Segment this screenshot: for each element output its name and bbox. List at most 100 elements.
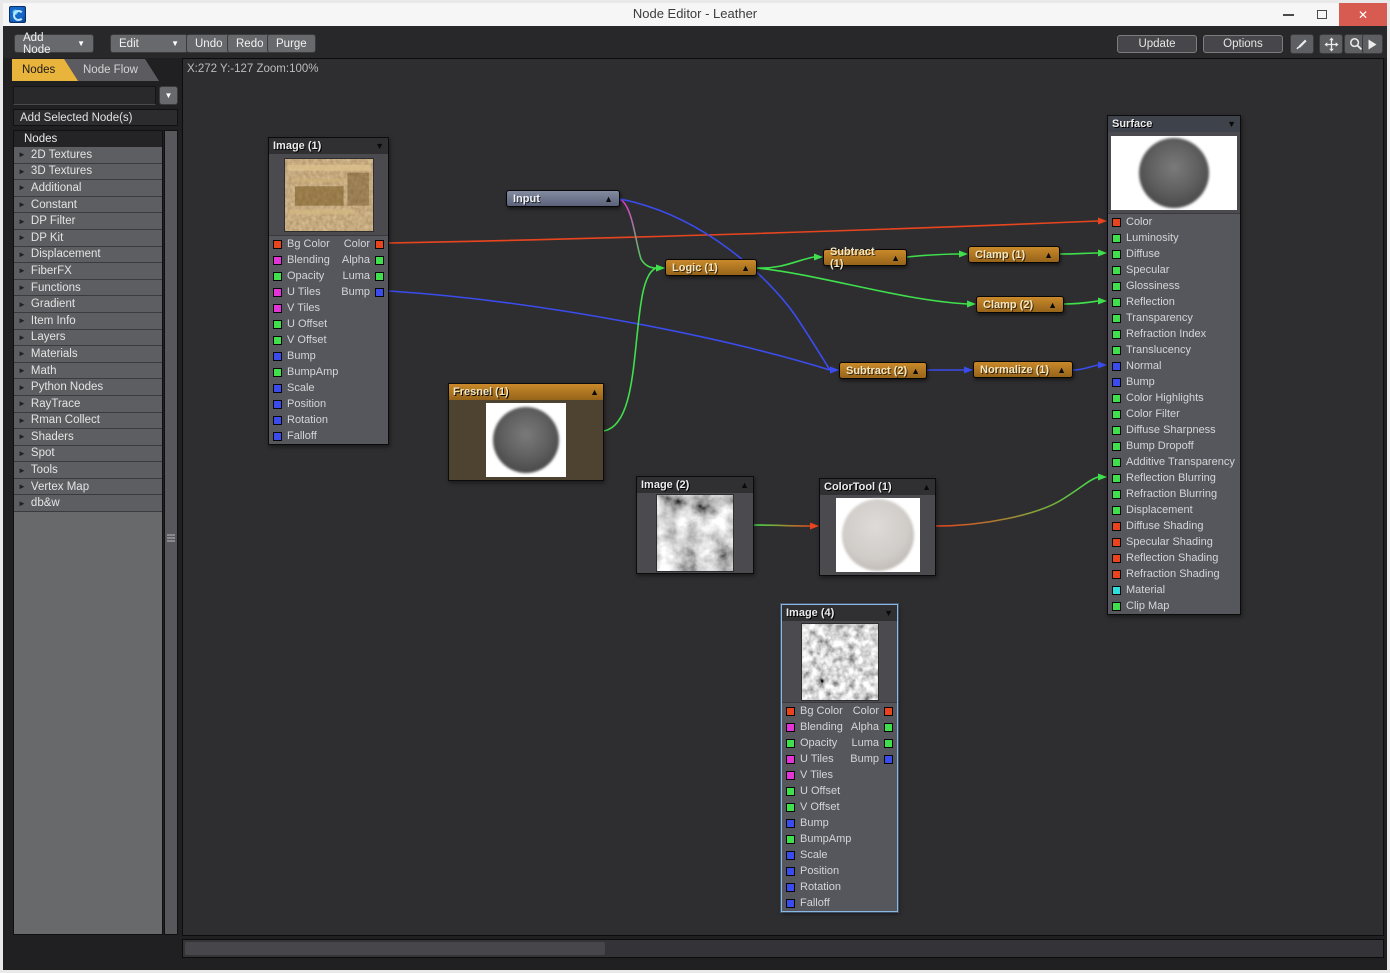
input-port-position[interactable] bbox=[786, 867, 795, 876]
input-port-rotation[interactable] bbox=[273, 416, 282, 425]
input-port-blending[interactable] bbox=[786, 723, 795, 732]
tab-node-flow[interactable]: Node Flow bbox=[63, 59, 159, 81]
input-port-bumpamp[interactable] bbox=[786, 835, 795, 844]
minimize-button[interactable] bbox=[1271, 3, 1305, 26]
input-port-refraction-blurring[interactable] bbox=[1112, 490, 1121, 499]
node-header[interactable]: Image (4)▼ bbox=[782, 605, 897, 621]
input-port-color[interactable] bbox=[1112, 218, 1121, 227]
collapse-arrow-icon[interactable]: ▲ bbox=[604, 194, 613, 204]
connection-fresnel-1-to-logic-1[interactable] bbox=[604, 268, 656, 431]
connection-clamp-2-to-surface-reflection[interactable] bbox=[1064, 301, 1098, 304]
input-port-refraction-shading[interactable] bbox=[1112, 570, 1121, 579]
undo-button[interactable]: Undo bbox=[186, 34, 232, 53]
input-port-blending[interactable] bbox=[273, 256, 282, 265]
collapse-arrow-icon[interactable]: ▲ bbox=[891, 253, 900, 263]
input-port-specular[interactable] bbox=[1112, 266, 1121, 275]
category-3d-textures[interactable]: ►3D Textures bbox=[14, 164, 162, 181]
input-port-color-filter[interactable] bbox=[1112, 410, 1121, 419]
edit-dropdown[interactable]: Edit▼ bbox=[110, 34, 188, 53]
input-port-material[interactable] bbox=[1112, 586, 1121, 595]
collapse-arrow-icon[interactable]: ▼ bbox=[1227, 119, 1236, 129]
input-port-glossiness[interactable] bbox=[1112, 282, 1121, 291]
input-port-position[interactable] bbox=[273, 400, 282, 409]
category-shaders[interactable]: ►Shaders bbox=[14, 429, 162, 446]
input-port-bump[interactable] bbox=[273, 352, 282, 361]
output-port-color[interactable] bbox=[375, 240, 384, 249]
output-port-alpha[interactable] bbox=[375, 256, 384, 265]
pan-tool-button[interactable] bbox=[1319, 34, 1343, 54]
collapse-arrow-icon[interactable]: ▲ bbox=[741, 263, 750, 273]
redo-button[interactable]: Redo bbox=[227, 34, 273, 53]
input-port-refraction-index[interactable] bbox=[1112, 330, 1121, 339]
category-python-nodes[interactable]: ►Python Nodes bbox=[14, 379, 162, 396]
node-image-1[interactable]: Image (1)▼ Bg ColorColorBlendingAlphaOpa… bbox=[268, 137, 389, 445]
category-dp-kit[interactable]: ►DP Kit bbox=[14, 230, 162, 247]
add-selected-nodes-button[interactable]: Add Selected Node(s) bbox=[13, 109, 178, 126]
title-bar[interactable]: Node Editor - Leather ✕ bbox=[3, 3, 1387, 26]
input-port-diffuse[interactable] bbox=[1112, 250, 1121, 259]
input-port-bumpamp[interactable] bbox=[273, 368, 282, 377]
connection-colortool-1-to-surface-reflection-blurring[interactable] bbox=[936, 477, 1098, 526]
close-button[interactable]: ✕ bbox=[1339, 3, 1387, 26]
node-header[interactable]: Fresnel (1)▲ bbox=[449, 384, 603, 400]
input-port-falloff[interactable] bbox=[273, 432, 282, 441]
input-port-scale[interactable] bbox=[273, 384, 282, 393]
input-port-reflection-blurring[interactable] bbox=[1112, 474, 1121, 483]
node-fresnel-1[interactable]: Fresnel (1)▲ bbox=[448, 383, 604, 481]
input-port-reflection[interactable] bbox=[1112, 298, 1121, 307]
collapse-arrow-icon[interactable]: ▼ bbox=[884, 608, 893, 618]
input-port-additive-transparency[interactable] bbox=[1112, 458, 1121, 467]
search-dropdown-button[interactable]: ▼ bbox=[159, 86, 178, 105]
category-functions[interactable]: ►Functions bbox=[14, 280, 162, 297]
input-port-u-offset[interactable] bbox=[273, 320, 282, 329]
node-header[interactable]: Image (1)▼ bbox=[269, 138, 388, 154]
category-gradient[interactable]: ►Gradient bbox=[14, 296, 162, 313]
input-port-rotation[interactable] bbox=[786, 883, 795, 892]
input-port-diffuse-shading[interactable] bbox=[1112, 522, 1121, 531]
input-port-color-highlights[interactable] bbox=[1112, 394, 1121, 403]
output-port-luma[interactable] bbox=[884, 739, 893, 748]
category-rman-collect[interactable]: ►Rman Collect bbox=[14, 413, 162, 430]
output-port-luma[interactable] bbox=[375, 272, 384, 281]
category-math[interactable]: ►Math bbox=[14, 363, 162, 380]
input-port-transparency[interactable] bbox=[1112, 314, 1121, 323]
category-vertex-map[interactable]: ►Vertex Map bbox=[14, 479, 162, 496]
collapse-arrow-icon[interactable]: ▲ bbox=[1048, 300, 1057, 310]
category-spot[interactable]: ►Spot bbox=[14, 446, 162, 463]
sidebar-scrollbar[interactable] bbox=[164, 130, 178, 935]
collapse-arrow-icon[interactable]: ▲ bbox=[911, 366, 920, 376]
collapse-arrow-icon[interactable]: ▲ bbox=[1044, 250, 1053, 260]
options-button[interactable]: Options bbox=[1203, 35, 1283, 53]
category-item-info[interactable]: ►Item Info bbox=[14, 313, 162, 330]
output-port-color[interactable] bbox=[884, 707, 893, 716]
scrollbar-grip[interactable] bbox=[167, 534, 175, 536]
node-input[interactable]: Input▲ bbox=[506, 190, 620, 207]
input-port-bump-dropoff[interactable] bbox=[1112, 442, 1121, 451]
connection-logic-1-to-clamp-2[interactable] bbox=[757, 268, 967, 304]
input-port-bg-color[interactable] bbox=[786, 707, 795, 716]
node-clamp-1[interactable]: Clamp (1)▲ bbox=[968, 246, 1060, 263]
collapse-arrow-icon[interactable]: ▲ bbox=[740, 480, 749, 490]
input-port-v-tiles[interactable] bbox=[273, 304, 282, 313]
update-button[interactable]: Update bbox=[1117, 35, 1197, 53]
node-clamp-2[interactable]: Clamp (2)▲ bbox=[976, 296, 1064, 313]
category-layers[interactable]: ►Layers bbox=[14, 330, 162, 347]
node-logic-1[interactable]: Logic (1)▲ bbox=[665, 259, 757, 276]
connection-subtract-1-to-clamp-1[interactable] bbox=[907, 254, 959, 257]
input-port-translucency[interactable] bbox=[1112, 346, 1121, 355]
input-port-bump[interactable] bbox=[1112, 378, 1121, 387]
node-subtract-2[interactable]: Subtract (2)▲ bbox=[839, 362, 927, 379]
category-displacement[interactable]: ►Displacement bbox=[14, 247, 162, 264]
input-port-reflection-shading[interactable] bbox=[1112, 554, 1121, 563]
input-port-clip-map[interactable] bbox=[1112, 602, 1121, 611]
pen-tool-button[interactable] bbox=[1290, 34, 1314, 54]
input-port-v-offset[interactable] bbox=[786, 803, 795, 812]
node-subtract-1[interactable]: Subtract (1)▲ bbox=[823, 249, 907, 266]
input-port-v-offset[interactable] bbox=[273, 336, 282, 345]
connection-logic-1-to-subtract-1[interactable] bbox=[757, 257, 814, 268]
connection-input-to-subtract-2[interactable] bbox=[620, 199, 830, 370]
expand-panel-button[interactable] bbox=[1362, 34, 1383, 54]
input-port-bump[interactable] bbox=[786, 819, 795, 828]
connection-image-2-to-colortool-1[interactable] bbox=[754, 525, 810, 526]
canvas-horizontal-scrollbar[interactable] bbox=[182, 939, 1384, 958]
